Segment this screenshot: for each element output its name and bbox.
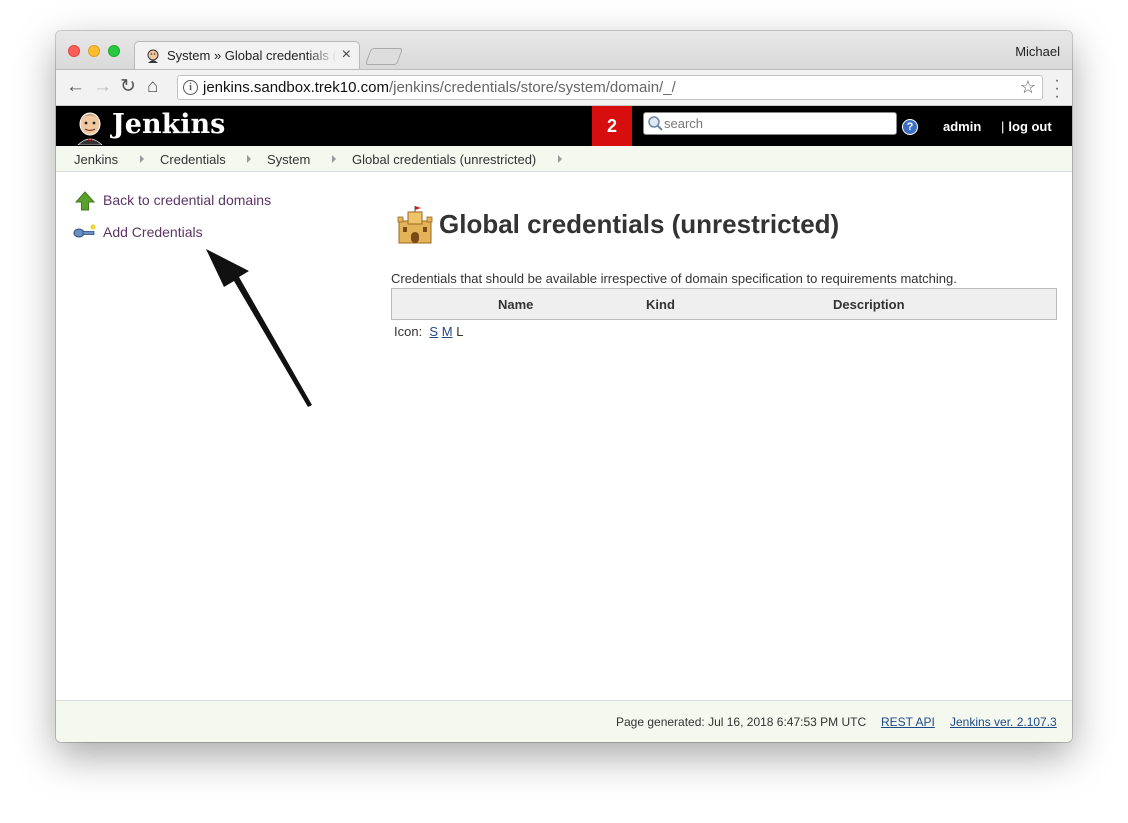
url-host: jenkins.sandbox.trek10.com [203,79,389,96]
bookmark-star-icon[interactable]: ☆ [1020,77,1036,98]
key-icon[interactable] [73,223,97,241]
profile-name[interactable]: Michael [1015,44,1060,59]
credentials-table: Name Kind Description [391,288,1057,320]
icon-size-small-link[interactable]: S [429,324,438,339]
breadcrumb-arrow-icon[interactable] [558,155,562,163]
url-text[interactable]: jenkins.sandbox.trek10.com/jenkins/crede… [203,79,676,96]
page-title: Global credentials (unrestricted) [439,209,840,239]
user-link[interactable]: admin [943,119,981,134]
breadcrumb-system[interactable]: System [267,152,310,167]
jenkins-version-link[interactable]: Jenkins ver. 2.107.3 [950,715,1057,729]
jenkins-title[interactable]: Jenkins [112,109,225,140]
separator: | [1001,119,1005,134]
new-tab-button[interactable] [364,48,404,65]
page-description: Credentials that should be available irr… [391,271,957,286]
url-path: /jenkins/credentials/store/system/domain… [388,79,676,96]
tab-strip: System » Global credentials (unrestricte… [56,31,1072,69]
breadcrumb-arrow-icon[interactable] [140,155,144,163]
breadcrumb-credentials[interactable]: Credentials [160,152,226,167]
rest-api-link[interactable]: REST API [881,715,935,729]
search-input[interactable] [664,115,889,131]
browser-window: System » Global credentials (unrestricte… [56,31,1072,742]
maximize-window-button[interactable] [108,45,120,57]
search-icon [648,116,663,131]
breadcrumb-arrow-icon[interactable] [247,155,251,163]
jenkins-butler-icon[interactable] [72,109,108,145]
column-header-description[interactable]: Description [833,297,905,312]
icon-size-medium-link[interactable]: M [442,324,453,339]
breadcrumb-global-credentials[interactable]: Global credentials (unrestricted) [352,152,536,167]
logout-area: | log out [1001,119,1052,134]
castle-icon [397,206,433,244]
logout-link[interactable]: log out [1008,119,1051,134]
page-generated-text: Page generated: Jul 16, 2018 6:47:53 PM … [616,715,867,729]
browser-menu-icon[interactable]: · · · [1054,73,1060,105]
breadcrumb: Jenkins Credentials System Global creden… [56,146,1072,172]
jenkins-favicon-icon [147,49,159,63]
browser-tab[interactable]: System » Global credentials (unrestricte… [134,41,360,69]
back-to-credential-domains-link[interactable]: Back to credential domains [103,192,271,208]
icon-size-selector: Icon: S M L [394,324,463,339]
back-arrow-icon[interactable]: ← [66,77,85,97]
address-bar[interactable]: i jenkins.sandbox.trek10.com/jenkins/cre… [177,75,1043,100]
icon-size-label: Icon: [394,324,423,339]
page-footer: Page generated: Jul 16, 2018 6:47:53 PM … [56,700,1072,742]
tab-title: System » Global credentials (unrestricte… [167,48,337,63]
icon-size-large-current: L [456,324,464,339]
search-box[interactable] [643,112,897,135]
close-window-button[interactable] [68,45,80,57]
forward-arrow-icon[interactable]: → [93,77,112,97]
notification-badge[interactable]: 2 [592,106,632,146]
up-arrow-icon[interactable] [75,191,95,211]
column-header-kind[interactable]: Kind [646,297,675,312]
minimize-window-button[interactable] [88,45,100,57]
help-icon[interactable]: ? [902,119,918,135]
info-icon[interactable]: i [183,80,198,95]
reload-icon[interactable]: ↻ [120,77,136,97]
add-credentials-link[interactable]: Add Credentials [103,224,203,240]
breadcrumb-arrow-icon[interactable] [332,155,336,163]
jenkins-header: Jenkins 2 ? admin |log out [56,106,1072,146]
column-header-name[interactable]: Name [498,297,533,312]
home-icon[interactable]: ⌂ [147,77,158,97]
tab-close-icon[interactable]: × [342,46,351,64]
browser-toolbar: ← → ↻ ⌂ i jenkins.sandbox.trek10.com/jen… [56,69,1072,106]
breadcrumb-jenkins[interactable]: Jenkins [74,152,118,167]
